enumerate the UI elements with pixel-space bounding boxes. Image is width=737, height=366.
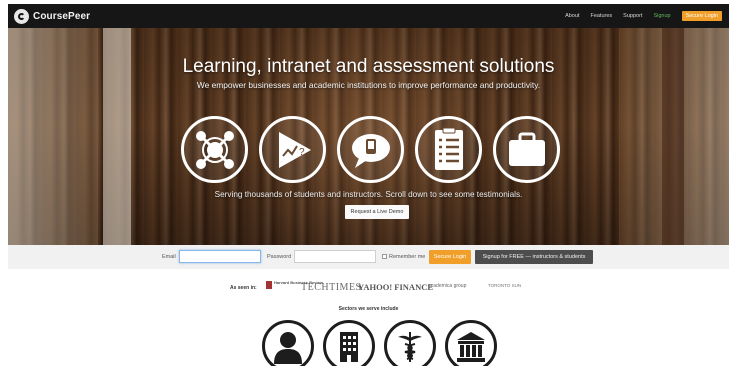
password-label: Password [267, 254, 292, 260]
office-building-icon [323, 320, 375, 366]
briefcase-icon [493, 116, 560, 183]
page: CoursePeer About Features Support Signup… [8, 4, 729, 366]
press-label: As seen in: [230, 285, 257, 291]
feature-icons: ? [181, 116, 560, 183]
hero-subtitle: We empower businesses and academic insti… [196, 80, 541, 90]
login-bar: Email Password Remember me Secure Login … [8, 245, 729, 269]
request-demo-button[interactable]: Request a Live Demo [345, 205, 409, 219]
signup-free-button[interactable]: Signup for FREE — instructors & students [475, 250, 593, 264]
sectors-title: Sectors we serve include [338, 306, 399, 312]
presentation-play-icon: ? [259, 116, 326, 183]
press-logo-torontosun[interactable]: TORONTO SUN [488, 283, 521, 288]
email-field[interactable] [179, 250, 261, 263]
nav-login-button[interactable]: Secure Login [681, 11, 722, 21]
press-logo-techtimes[interactable]: TECHTIMES [301, 282, 362, 293]
checklist-icon [415, 116, 482, 183]
password-field[interactable] [294, 250, 376, 263]
person-icon [262, 320, 314, 366]
logo-icon [14, 8, 29, 24]
remember-checkbox[interactable] [382, 254, 387, 259]
chat-bubble-icon [337, 116, 404, 183]
hero-section: Learning, intranet and assessment soluti… [8, 28, 729, 245]
press-logo-yahoo[interactable]: YAHOO! FINANCE [358, 282, 433, 292]
email-label: Email [162, 254, 176, 260]
nav-links: About Features Support Signup Secure Log… [565, 11, 722, 21]
secure-login-button[interactable]: Secure Login [429, 250, 471, 264]
svg-text:?: ? [299, 147, 305, 158]
hero-tagline: Serving thousands of students and instru… [214, 190, 523, 199]
nav-link-signup[interactable]: Signup [653, 13, 670, 19]
nav-link-about[interactable]: About [565, 13, 579, 19]
medical-caduceus-icon [384, 320, 436, 366]
brand-name: CoursePeer [33, 10, 91, 22]
brand-logo[interactable]: CoursePeer [14, 8, 91, 24]
nav-link-features[interactable]: Features [590, 13, 612, 19]
hero-title: Learning, intranet and assessment soluti… [182, 56, 555, 77]
press-logo-academica[interactable]: academica group [428, 283, 466, 289]
press-strip: As seen in: Harvard Business Review TECH… [8, 279, 729, 299]
remember-label: Remember me [389, 254, 426, 260]
network-icon [181, 116, 248, 183]
sector-icons [262, 320, 497, 366]
government-building-icon [445, 320, 497, 366]
top-navbar: CoursePeer About Features Support Signup… [8, 4, 729, 28]
nav-link-support[interactable]: Support [623, 13, 642, 19]
